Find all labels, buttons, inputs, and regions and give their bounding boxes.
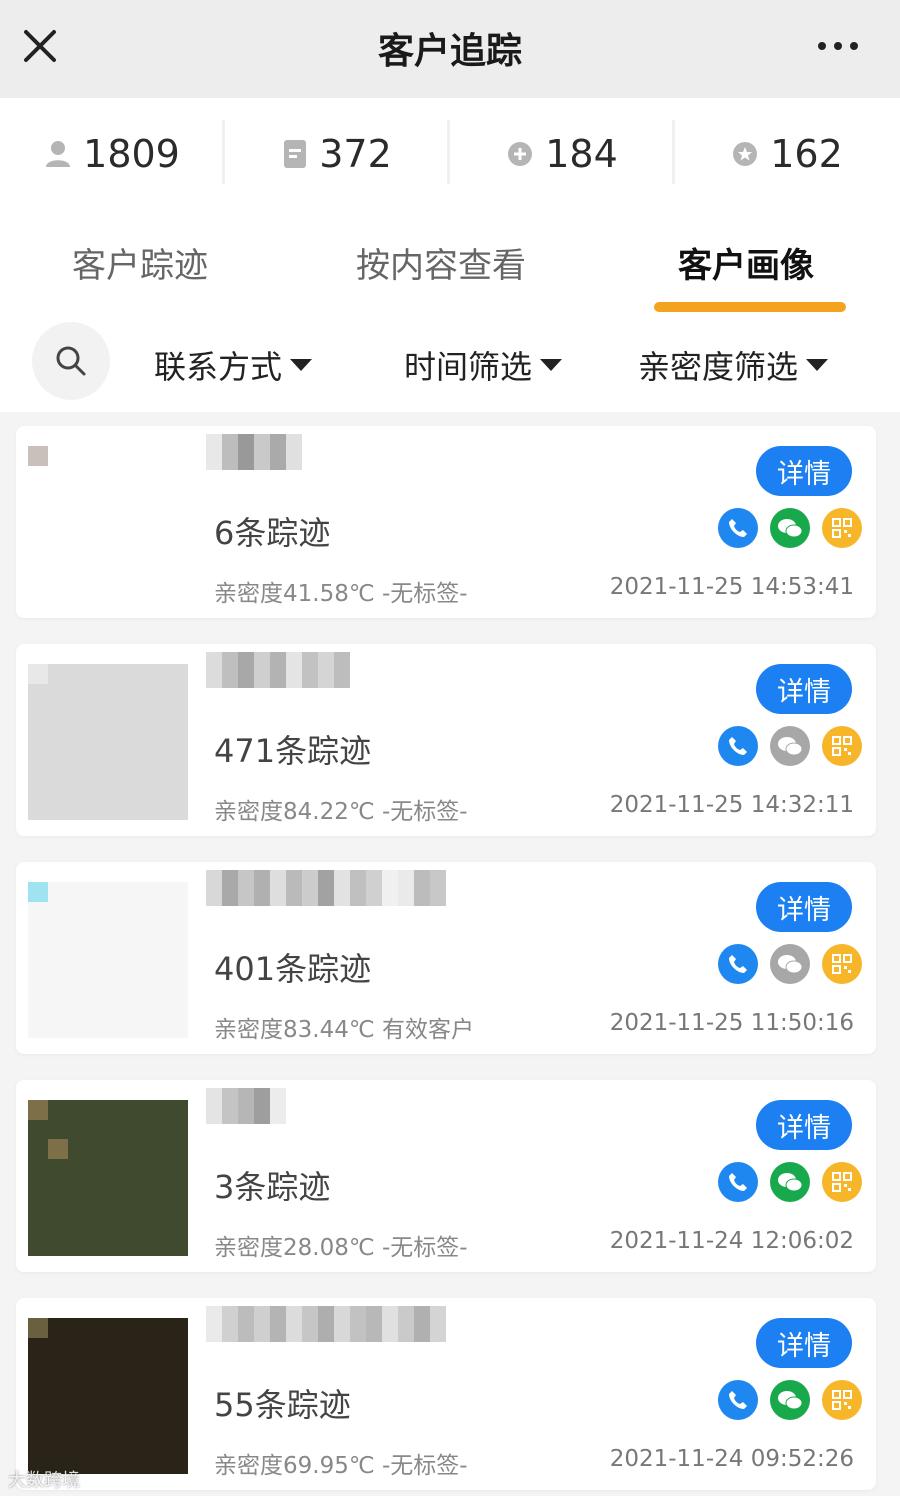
customer-card[interactable]: 6条踪迹 亲密度41.58℃ -无标签- 详情 2021-11-25 14:53… [16,426,876,618]
customer-name-blurred [206,1088,286,1124]
customer-meta: 亲密度83.44℃ 有效客户 [214,1017,474,1043]
caret-down-icon [290,359,313,371]
phone-icon[interactable] [718,944,758,984]
qr-code-icon[interactable] [822,508,862,548]
timestamp: 2021-11-24 12:06:02 [609,1228,854,1254]
stat-documents[interactable]: 372 [225,98,450,210]
page-title: 客户追踪 [377,31,522,72]
avatar [28,1100,188,1256]
timestamp: 2021-11-24 09:52:26 [609,1446,854,1472]
avatar [28,446,188,602]
phone-icon[interactable] [718,1162,758,1202]
customer-card[interactable]: 3条踪迹 亲密度28.08℃ -无标签- 详情 2021-11-24 12:06… [16,1080,876,1272]
customer-meta: 亲密度28.08℃ -无标签- [214,1235,468,1261]
search-icon [56,346,86,376]
document-icon [284,140,307,168]
phone-icon[interactable] [718,508,758,548]
avatar [28,664,188,820]
trace-count: 401条踪迹 [214,950,372,988]
tab-bar: 客户踪迹 按内容查看 客户画像 [0,210,900,314]
plus-circle-icon [508,142,533,166]
active-tab-indicator [654,302,846,312]
wechat-icon[interactable] [770,508,810,548]
filter-time[interactable]: 时间筛选 [404,342,563,388]
more-icon[interactable] [816,36,860,56]
stat-value: 372 [319,132,392,176]
filter-bar: 联系方式 时间筛选 亲密度筛选 [0,314,900,412]
qr-code-icon[interactable] [822,944,862,984]
filter-label: 亲密度筛选 [638,348,799,386]
timestamp: 2021-11-25 14:32:11 [609,792,854,818]
customer-meta: 亲密度41.58℃ -无标签- [214,581,468,607]
stat-adds[interactable]: 184 [450,98,675,210]
stat-users[interactable]: 1809 [0,98,225,210]
top-bar: 客户追踪 [0,0,900,98]
filter-intimacy[interactable]: 亲密度筛选 [638,342,829,388]
timestamp: 2021-11-25 14:53:41 [609,574,854,600]
customer-meta: 亲密度84.22℃ -无标签- [214,799,468,825]
caret-down-icon [806,359,829,371]
customer-meta: 亲密度69.95℃ -无标签- [214,1453,468,1479]
star-icon [733,142,758,166]
wechat-icon[interactable] [770,1162,810,1202]
trace-count: 471条踪迹 [214,732,372,770]
phone-icon[interactable] [718,726,758,766]
trace-count: 55条踪迹 [214,1386,351,1424]
customer-card[interactable]: 55条踪迹 亲密度69.95℃ -无标签- 详情 2021-11-24 09:5… [16,1298,876,1490]
avatar [28,882,188,1038]
qr-code-icon[interactable] [822,1162,862,1202]
wechat-icon[interactable] [770,1380,810,1420]
caret-down-icon [540,359,563,371]
trace-count: 6条踪迹 [214,514,331,552]
detail-button[interactable]: 详情 [756,664,852,714]
filter-contact-method[interactable]: 联系方式 [154,342,313,388]
stat-value: 184 [545,132,618,176]
avatar [28,1318,188,1474]
user-icon [46,141,71,167]
detail-button[interactable]: 详情 [756,446,852,496]
filter-label: 时间筛选 [404,348,533,386]
detail-button[interactable]: 详情 [756,1100,852,1150]
filter-label: 联系方式 [154,348,283,386]
qr-code-icon[interactable] [822,1380,862,1420]
watermark: 大数跨境 [8,1470,80,1491]
stat-value: 1809 [83,132,180,176]
customer-name-blurred [206,1306,446,1342]
tab-customer-traces[interactable]: 客户踪迹 [72,238,208,287]
customer-name-blurred [206,870,446,906]
qr-code-icon[interactable] [822,726,862,766]
customer-name-blurred [206,652,350,688]
timestamp: 2021-11-25 11:50:16 [609,1010,854,1036]
stat-value: 162 [770,132,843,176]
stats-bar: 1809 372 184 162 [0,98,900,210]
customer-card[interactable]: 471条踪迹 亲密度84.22℃ -无标签- 详情 2021-11-25 14:… [16,644,876,836]
customer-card[interactable]: 401条踪迹 亲密度83.44℃ 有效客户 详情 2021-11-25 11:5… [16,862,876,1054]
wechat-icon[interactable] [770,944,810,984]
wechat-icon[interactable] [770,726,810,766]
detail-button[interactable]: 详情 [756,1318,852,1368]
tab-customer-profile[interactable]: 客户画像 [678,238,814,287]
detail-button[interactable]: 详情 [756,882,852,932]
phone-icon[interactable] [718,1380,758,1420]
search-button[interactable] [32,322,110,400]
stat-favorites[interactable]: 162 [675,98,900,210]
tab-by-content[interactable]: 按内容查看 [356,238,526,287]
customer-name-blurred [206,434,302,470]
trace-count: 3条踪迹 [214,1168,331,1206]
